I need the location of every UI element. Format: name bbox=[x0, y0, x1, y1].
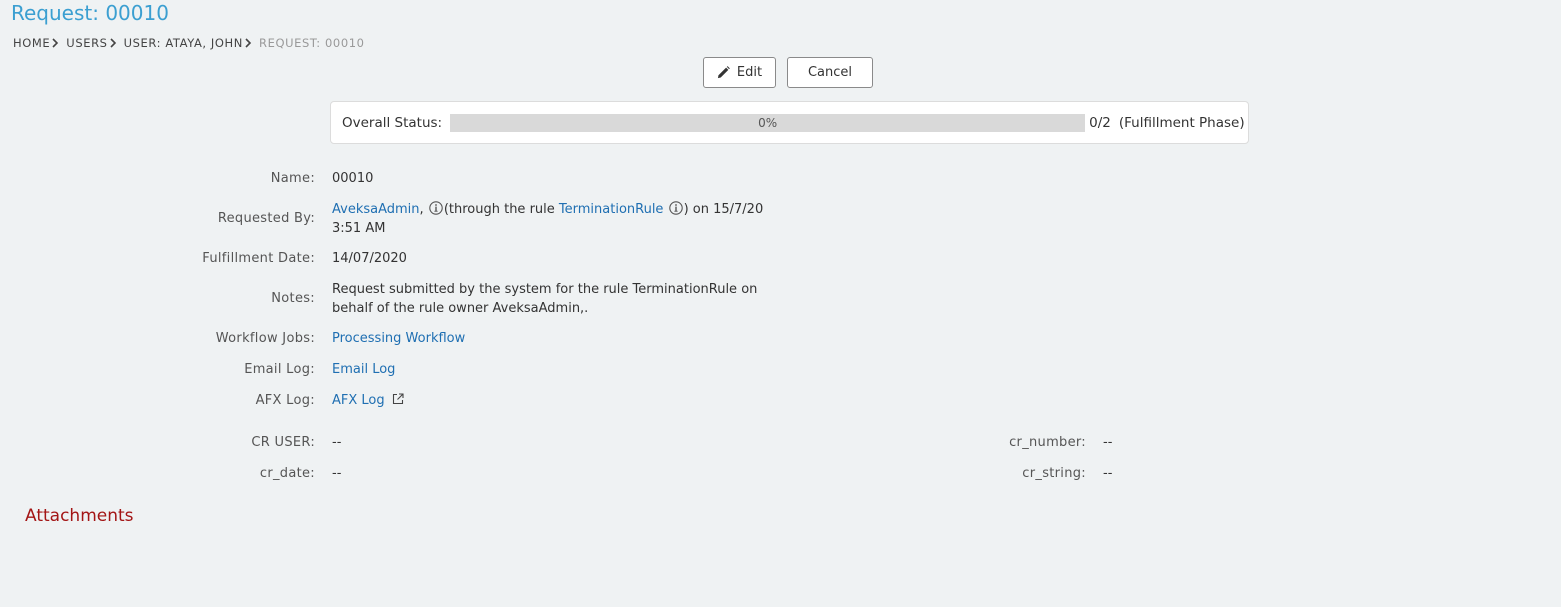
cancel-button[interactable]: Cancel bbox=[787, 57, 873, 88]
breadcrumb-current: REQUEST: 00010 bbox=[259, 36, 365, 50]
info-icon[interactable] bbox=[668, 201, 683, 215]
fulfillment-date-value: 14/07/2020 bbox=[332, 251, 407, 266]
notes-label: Notes: bbox=[271, 291, 315, 306]
processing-workflow-link[interactable]: Processing Workflow bbox=[332, 331, 465, 346]
progress-bar: 0% bbox=[450, 113, 1086, 132]
overall-status-label: Overall Status: bbox=[342, 114, 443, 131]
requested-by-value: AveksaAdmin, (through the rule Terminati… bbox=[332, 200, 763, 238]
name-label: Name: bbox=[270, 171, 315, 186]
rule-link[interactable]: TerminationRule bbox=[559, 202, 664, 217]
email-log-value: Email Log bbox=[332, 360, 395, 379]
email-log-label: Email Log: bbox=[244, 362, 315, 377]
breadcrumb: HOME USERS USER: ATAYA, JOHN REQUEST: 00… bbox=[13, 36, 365, 50]
chevron-right-icon bbox=[244, 38, 256, 48]
email-log-link[interactable]: Email Log bbox=[332, 362, 395, 377]
cr-number-value: -- bbox=[1103, 435, 1113, 450]
notes-line-2: behalf of the rule owner AveksaAdmin,. bbox=[332, 301, 589, 316]
cr-string-value: -- bbox=[1103, 466, 1113, 481]
workflow-jobs-label: Workflow Jobs: bbox=[215, 331, 315, 346]
name-value: 00010 bbox=[332, 171, 374, 186]
edit-button[interactable]: Edit bbox=[703, 57, 776, 88]
progress-text: 0% bbox=[758, 115, 778, 130]
requester-comma: , bbox=[419, 202, 424, 217]
attachments-heading: Attachments bbox=[25, 506, 134, 526]
edit-button-label: Edit bbox=[736, 65, 763, 80]
pencil-icon bbox=[717, 66, 730, 79]
chevron-right-icon bbox=[109, 38, 121, 48]
notes-value: Request submitted by the system for the … bbox=[332, 280, 757, 318]
status-count: 0/2 bbox=[1089, 114, 1111, 131]
cr-string-label: cr_string: bbox=[1022, 466, 1086, 481]
status-phase: (Fulfillment Phase) bbox=[1118, 114, 1245, 131]
request-detail-page: Request: 00010 HOME USERS USER: ATAYA, J… bbox=[0, 0, 1561, 607]
page-title: Request: 00010 bbox=[11, 1, 169, 25]
overall-status-panel: Overall Status: 0% 0/2 (Fulfillment Phas… bbox=[330, 101, 1249, 144]
requester-link[interactable]: AveksaAdmin bbox=[332, 202, 420, 217]
workflow-jobs-value: Processing Workflow bbox=[332, 329, 465, 348]
request-time-text: 3:51 AM bbox=[332, 221, 386, 236]
breadcrumb-home[interactable]: HOME bbox=[13, 36, 50, 50]
info-icon[interactable] bbox=[429, 201, 443, 215]
breadcrumb-users[interactable]: USERS bbox=[66, 36, 107, 50]
notes-line-1: Request submitted by the system for the … bbox=[332, 282, 758, 297]
external-link-icon[interactable] bbox=[392, 393, 404, 405]
afx-log-label: AFX Log: bbox=[255, 393, 315, 408]
chevron-right-icon bbox=[51, 38, 63, 48]
cr-number-label: cr_number: bbox=[1009, 435, 1086, 450]
request-date-text: ) on 15/7/20 bbox=[683, 202, 764, 217]
afx-log-link[interactable]: AFX Log bbox=[332, 393, 385, 408]
fulfillment-date-label: Fulfillment Date: bbox=[202, 251, 315, 266]
breadcrumb-user[interactable]: USER: ATAYA, JOHN bbox=[124, 36, 243, 50]
afx-log-value: AFX Log bbox=[332, 391, 404, 410]
through-rule-text: (through the rule bbox=[443, 202, 555, 217]
requested-by-label: Requested By: bbox=[217, 211, 315, 226]
